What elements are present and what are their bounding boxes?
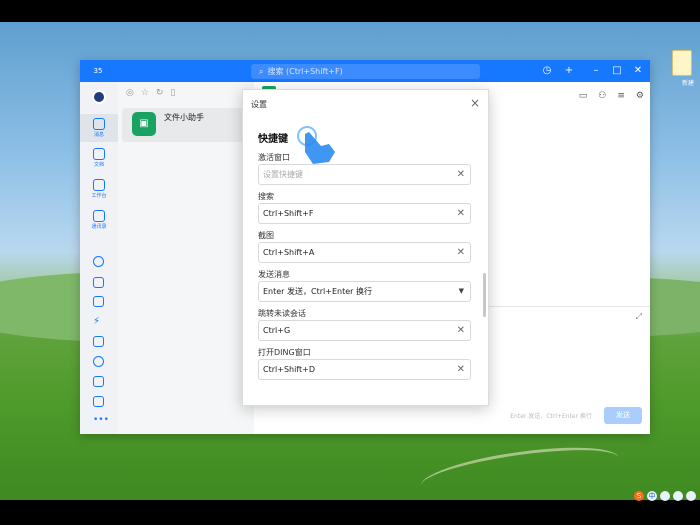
star-icon[interactable]: ☆ [141, 88, 149, 98]
search-placeholder: 搜索 (Ctrl+Shift+F) [267, 67, 343, 76]
tray-keyboard-icon[interactable] [686, 491, 696, 501]
search-icon: ⌕ [259, 67, 264, 76]
nav-item-label: 文档 [93, 162, 104, 168]
clear-icon[interactable]: ✕ [457, 204, 465, 223]
wallpaper-road [418, 438, 622, 500]
chevron-down-icon: ▼ [458, 287, 464, 295]
field-value: Enter 发送，Ctrl+Enter 换行 [263, 287, 372, 296]
field-label: 截图 [258, 231, 274, 240]
folder-icon[interactable]: ▭ [579, 91, 588, 101]
nav-item-label: 工作台 [91, 193, 107, 199]
cloud-icon[interactable] [93, 256, 104, 267]
activate-window-shortcut-field[interactable]: 设置快捷键 ✕ [258, 164, 471, 185]
list-item[interactable]: ▣ 文件小助手 [122, 108, 250, 142]
left-nav: 消息 文档 工作台 通讯录 ⚡ ••• [80, 82, 118, 434]
shortcuts-section: 快捷键 激活窗口 设置快捷键 ✕ 搜索 Ctrl+Shift+F ✕ 截图 Ct… [258, 130, 471, 380]
clear-icon[interactable]: ✕ [457, 360, 465, 379]
field-value: Ctrl+Shift+F [263, 209, 314, 218]
unread-jump-shortcut-field[interactable]: Ctrl+G ✕ [258, 320, 471, 341]
field-label: 激活窗口 [258, 153, 290, 162]
ding-icon[interactable]: ⚡ [93, 316, 104, 327]
tap-hand-icon [297, 126, 335, 164]
mail-icon[interactable] [93, 336, 104, 347]
system-tray: S 中 [634, 490, 700, 502]
app-store-icon[interactable] [93, 396, 104, 407]
title-bar: 35 ⌕ 搜索 (Ctrl+Shift+F) ◷ + – □ ✕ [80, 60, 650, 82]
tray-lang-icon[interactable]: 中 [647, 491, 657, 501]
section-title: 快捷键 [258, 134, 288, 145]
desktop-file-icon[interactable] [672, 50, 692, 76]
nav-item-contacts[interactable]: 通讯录 [80, 210, 118, 230]
approval-icon[interactable] [93, 376, 104, 387]
field-label: 搜索 [258, 192, 274, 201]
field-label: 跳转未读会话 [258, 309, 306, 318]
folder-icon: ▣ [132, 112, 156, 136]
field-value: Ctrl+Shift+D [263, 365, 315, 374]
avatar[interactable] [92, 90, 106, 104]
settings-dialog: 设置 × 快捷键 激活窗口 设置快捷键 ✕ 搜索 Ctrl+Shift+F ✕ … [242, 89, 489, 406]
field-label: 打开DING窗口 [258, 348, 311, 357]
gear-icon[interactable]: ⚙ [636, 91, 644, 101]
ding-window-shortcut-field[interactable]: Ctrl+Shift+D ✕ [258, 359, 471, 380]
phone-icon[interactable] [93, 356, 104, 367]
search-history-icon[interactable]: ≡ [617, 91, 625, 101]
close-icon[interactable]: × [470, 96, 480, 110]
nav-item-docs[interactable]: 文档 [80, 148, 118, 168]
desktop-file-label: 新建 [681, 80, 694, 87]
clear-icon[interactable]: ✕ [457, 243, 465, 262]
field-value: Ctrl+G [263, 326, 291, 335]
nav-item-label: 通讯录 [91, 224, 107, 230]
app-badge: 35 [93, 67, 103, 75]
ime-icon[interactable]: S [634, 491, 644, 501]
field-value: Ctrl+Shift+A [263, 248, 315, 257]
calendar-icon[interactable] [93, 277, 104, 288]
chat-toolbar: ▭ ⚇ ≡ ⚙ [579, 91, 644, 101]
expand-icon[interactable]: ⤢ [636, 312, 642, 322]
add-member-icon[interactable]: ⚇ [598, 91, 606, 101]
clear-icon[interactable]: ✕ [457, 321, 465, 340]
send-button[interactable]: 发送 [604, 407, 642, 424]
nav-item-workbench[interactable]: 工作台 [80, 179, 118, 199]
conversation-name: 文件小助手 [164, 113, 204, 122]
search-shortcut-field[interactable]: Ctrl+Shift+F ✕ [258, 203, 471, 224]
field-placeholder: 设置快捷键 [263, 170, 303, 179]
more-icon[interactable]: ••• [93, 416, 109, 427]
doc-icon [93, 148, 105, 160]
contacts-icon [93, 210, 105, 222]
clear-icon[interactable]: ✕ [457, 165, 465, 184]
dialog-title: 设置 [251, 100, 267, 109]
todo-icon[interactable] [93, 296, 104, 307]
field-label: 发送消息 [258, 270, 290, 279]
conversation-list: ◎ ☆ ↻ ▯ ▣ 文件小助手 [118, 82, 254, 434]
plus-icon[interactable]: + [562, 64, 576, 78]
at-icon[interactable]: ◎ [126, 88, 134, 98]
nav-item-label: 消息 [93, 132, 104, 138]
tray-icon[interactable] [660, 491, 670, 501]
conversation-filters: ◎ ☆ ↻ ▯ [126, 88, 175, 98]
close-icon[interactable]: ✕ [631, 64, 645, 78]
scrollbar[interactable] [483, 273, 486, 317]
history-icon[interactable]: ◷ [540, 64, 554, 78]
mouse-cursor-icon: ➤ [476, 249, 485, 260]
nav-item-messages[interactable]: 消息 [80, 114, 118, 142]
refresh-icon[interactable]: ↻ [156, 88, 164, 98]
send-message-select[interactable]: Enter 发送，Ctrl+Enter 换行 ▼ [258, 281, 471, 302]
tray-mic-icon[interactable] [673, 491, 683, 501]
message-icon [93, 118, 105, 130]
input-hint: Enter 发送，Ctrl+Enter 换行 [510, 413, 592, 420]
clipboard-icon[interactable]: ▯ [170, 88, 175, 98]
workbench-icon [93, 179, 105, 191]
global-search-input[interactable]: ⌕ 搜索 (Ctrl+Shift+F) [251, 64, 480, 79]
minimize-icon[interactable]: – [589, 64, 603, 78]
maximize-icon[interactable]: □ [610, 64, 624, 78]
screenshot-shortcut-field[interactable]: Ctrl+Shift+A ✕ [258, 242, 471, 263]
